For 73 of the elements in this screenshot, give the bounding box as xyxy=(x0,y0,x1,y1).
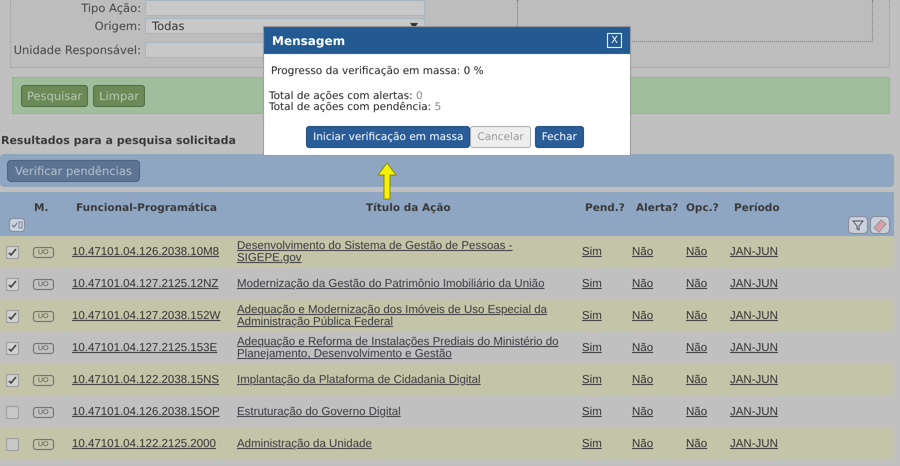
action-title-link[interactable]: Adequação e Modernização dos Imóveis de Uso Especial da Administração Pública Federal xyxy=(237,304,574,328)
total-label: Total de ações com alertas: xyxy=(269,90,413,102)
pending-link[interactable]: Sim xyxy=(582,406,602,418)
action-title-link[interactable]: Estruturação do Governo Digital xyxy=(237,406,401,418)
optional-link[interactable]: Não xyxy=(686,310,708,322)
row-checkbox[interactable] xyxy=(6,310,19,322)
alert-link[interactable]: Não xyxy=(632,438,654,450)
dialog-button[interactable]: Iniciar verificação em massa xyxy=(306,126,470,148)
code-link[interactable]: 10.47101.04.122.2038.15NS xyxy=(72,374,220,386)
filter-icon[interactable] xyxy=(848,216,868,234)
row-checkbox[interactable] xyxy=(6,438,19,450)
close-button[interactable]: X xyxy=(607,33,622,48)
up-arrow-icon xyxy=(377,162,397,200)
action-title-link[interactable]: Implantação da Plataforma de Cidadania Digital xyxy=(237,374,481,386)
total-label: Total de ações com pendência: xyxy=(269,101,432,113)
total-value: 0 xyxy=(416,90,423,102)
action-title-link[interactable]: Modernização da Gestão do Patrimônio Imobiliário da União xyxy=(237,278,544,290)
select-all-icon[interactable] xyxy=(9,218,25,232)
period-link[interactable]: JAN-JUN xyxy=(730,438,778,450)
section-title: Resultados para a pesquisa solicitada xyxy=(1,134,236,148)
column-header: Título da Ação xyxy=(366,201,451,214)
pending-link[interactable]: Sim xyxy=(582,374,602,386)
row-checkbox[interactable] xyxy=(6,374,19,386)
period-link[interactable]: JAN-JUN xyxy=(730,310,778,322)
column-header: M. xyxy=(34,201,48,214)
pending-link[interactable]: Sim xyxy=(582,342,602,354)
field-label: Origem: xyxy=(94,19,142,33)
field-label: Unidade Responsável: xyxy=(12,43,142,57)
action-title-link[interactable]: Desenvolvimento do Sistema de Gestão de Pessoas - SIGEPE.gov xyxy=(237,240,574,264)
alert-link[interactable]: Não xyxy=(632,246,654,258)
total-value: 5 xyxy=(434,101,442,113)
period-link[interactable]: JAN-JUN xyxy=(730,342,778,354)
row-checkbox[interactable] xyxy=(6,246,19,258)
code-link[interactable]: 10.47101.04.126.2038.10M8 xyxy=(72,246,220,258)
dialog-title: Mensagem xyxy=(272,34,346,48)
column-header: Período xyxy=(734,201,780,214)
optional-link[interactable]: Não xyxy=(686,278,708,290)
action-title-link[interactable]: Adequação e Reforma de Instalações Prediais do Ministério do Planejamento, Desenvolvimento e Gestão xyxy=(237,336,574,360)
row-checkbox[interactable] xyxy=(6,278,19,290)
code-link[interactable]: 10.47101.04.122.2125.2000 xyxy=(72,438,216,450)
optional-link[interactable]: Não xyxy=(686,438,708,450)
column-header: Funcional-Programática xyxy=(76,201,217,214)
period-link[interactable]: JAN-JUN xyxy=(730,278,778,290)
optional-link[interactable]: Não xyxy=(686,342,708,354)
alert-link[interactable]: Não xyxy=(632,310,654,322)
row-checkbox[interactable] xyxy=(6,406,19,418)
row-checkbox[interactable] xyxy=(6,342,19,354)
field-label: Tipo Ação: xyxy=(80,1,142,15)
alert-link[interactable]: Não xyxy=(632,374,654,386)
dialog-button[interactable]: Fechar xyxy=(534,126,584,148)
period-link[interactable]: JAN-JUN xyxy=(730,406,778,418)
code-link[interactable]: 10.47101.04.127.2125.12NZ xyxy=(72,278,218,290)
alert-link[interactable]: Não xyxy=(632,406,654,418)
column-header: Pend.? xyxy=(585,201,625,214)
progress-text: Progresso da verificação em massa: 0 % xyxy=(271,65,485,77)
column-header: Alerta? xyxy=(636,201,678,214)
code-link[interactable]: 10.47101.04.127.2125.153E xyxy=(72,342,218,354)
code-link[interactable]: 10.47101.04.127.2038.152W xyxy=(72,310,220,322)
pending-link[interactable]: Sim xyxy=(582,438,602,450)
action-title-link[interactable]: Administração da Unidade xyxy=(237,438,372,450)
pending-link[interactable]: Sim xyxy=(582,278,602,290)
input-field[interactable] xyxy=(145,0,425,16)
column-header: Opc.? xyxy=(686,201,719,214)
period-link[interactable]: JAN-JUN xyxy=(730,374,778,386)
optional-link[interactable]: Não xyxy=(686,374,708,386)
alert-link[interactable]: Não xyxy=(632,278,654,290)
code-link[interactable]: 10.47101.04.126.2038.15OP xyxy=(72,406,220,418)
period-link[interactable]: JAN-JUN xyxy=(730,246,778,258)
pending-link[interactable]: Sim xyxy=(582,310,602,322)
optional-link[interactable]: Não xyxy=(686,406,708,418)
pending-link[interactable]: Sim xyxy=(582,246,602,258)
optional-link[interactable]: Não xyxy=(686,246,708,258)
alert-link[interactable]: Não xyxy=(632,342,654,354)
